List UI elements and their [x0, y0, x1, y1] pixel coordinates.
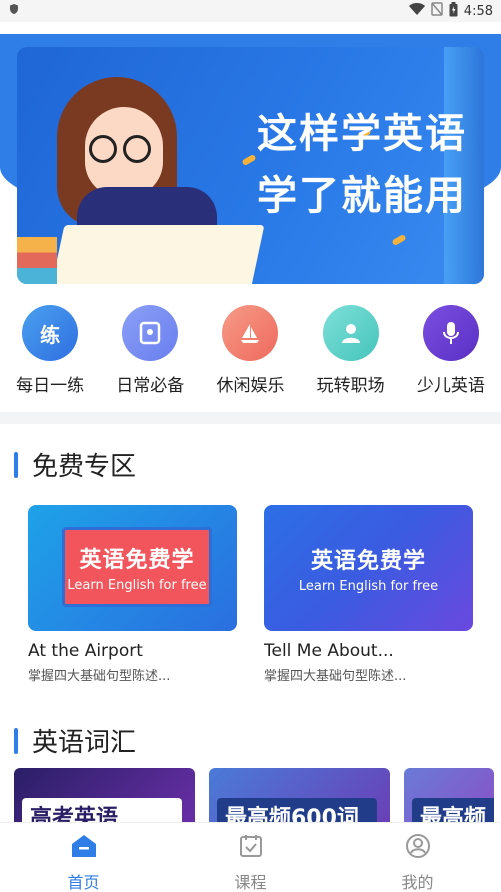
app-screen: 4:58 这样学英语 学了就能用 练 每日一练 日常必备 休闲娱乐 玩转职场 少… — [0, 0, 501, 892]
section-divider — [0, 412, 501, 424]
section-title-text: 免费专区 — [32, 452, 137, 482]
category-daily-practice[interactable]: 练 每日一练 — [0, 305, 100, 401]
no-sim-icon — [431, 2, 443, 20]
free-course-card[interactable]: 英语免费学 Learn English for free Tell Me Abo… — [264, 505, 473, 684]
thumbnail-subtitle: Learn English for free — [67, 577, 207, 593]
category-kids-english[interactable]: 少儿英语 — [401, 305, 501, 401]
shield-icon — [8, 3, 20, 19]
nav-profile[interactable]: 我的 — [334, 823, 501, 892]
course-description: 掌握四大基础句型陈述... — [28, 669, 171, 684]
bottom-navigation: 首页 课程 我的 — [0, 822, 501, 892]
wifi-icon — [408, 3, 425, 19]
book-stack-illustration — [17, 237, 57, 284]
section-accent-bar — [14, 727, 18, 754]
user-circle-icon — [405, 833, 431, 863]
section-accent-bar — [14, 451, 18, 478]
banner-title: 这样学英语 学了就能用 — [257, 103, 477, 227]
nav-label: 我的 — [401, 873, 434, 892]
person-icon — [322, 305, 379, 361]
course-thumbnail: 英语免费学 Learn English for free — [264, 505, 473, 631]
thumbnail-title: 英语免费学 — [310, 548, 426, 574]
category-grid: 练 每日一练 日常必备 休闲娱乐 玩转职场 少儿英语 — [0, 305, 501, 401]
practice-icon: 练 — [22, 305, 79, 361]
nav-home[interactable]: 首页 — [0, 823, 167, 892]
calendar-check-icon — [238, 833, 264, 863]
course-thumbnail: 英语免费学 Learn English for free — [28, 505, 237, 631]
category-label: 少儿英语 — [416, 376, 485, 396]
leaf-decoration — [391, 233, 407, 247]
open-book-illustration — [49, 225, 265, 284]
vocab-card[interactable]: 高考英语 — [14, 768, 195, 828]
section-title-vocab: 英语词汇 — [14, 722, 136, 759]
glasses-icon — [123, 135, 151, 163]
vocab-card[interactable]: 最高频600词 — [209, 768, 390, 828]
nav-label: 首页 — [67, 873, 100, 892]
nav-label: 课程 — [234, 873, 267, 892]
status-bar: 4:58 — [0, 0, 501, 22]
category-workplace[interactable]: 玩转职场 — [301, 305, 401, 401]
free-course-card[interactable]: 英语免费学 Learn English for free At the Airp… — [28, 505, 237, 684]
banner-title-line1: 这样学英语 — [257, 111, 467, 157]
course-description: 掌握四大基础句型陈述... — [264, 669, 407, 684]
practice-icon-text: 练 — [40, 322, 61, 347]
vocab-card[interactable]: 最高频 — [404, 768, 494, 828]
category-daily-essentials[interactable]: 日常必备 — [100, 305, 200, 401]
course-name: Tell Me About... — [264, 641, 394, 661]
sailboat-icon — [222, 305, 279, 361]
section-title-free: 免费专区 — [14, 446, 136, 483]
banner-title-line2: 学了就能用 — [257, 173, 467, 219]
glasses-icon — [89, 135, 117, 163]
microphone-icon — [422, 305, 479, 361]
leaf-decoration — [241, 153, 257, 167]
thumbnail-subtitle: Learn English for free — [298, 578, 439, 594]
battery-icon — [449, 1, 458, 21]
course-name: At the Airport — [28, 641, 143, 661]
status-time: 4:58 — [463, 3, 493, 19]
promo-banner[interactable]: 这样学英语 学了就能用 — [17, 47, 484, 284]
book-mark-icon — [122, 305, 179, 361]
category-label: 玩转职场 — [316, 376, 385, 396]
thumbnail-title: 英语免费学 — [79, 547, 195, 573]
category-label: 每日一练 — [16, 376, 85, 396]
home-icon — [70, 833, 98, 863]
category-label: 日常必备 — [116, 376, 185, 396]
category-leisure[interactable]: 休闲娱乐 — [200, 305, 300, 401]
section-title-text: 英语词汇 — [32, 728, 137, 758]
category-label: 休闲娱乐 — [216, 376, 285, 396]
thumbnail-board: 英语免费学 Learn English for free — [62, 527, 212, 607]
nav-courses[interactable]: 课程 — [167, 823, 334, 892]
